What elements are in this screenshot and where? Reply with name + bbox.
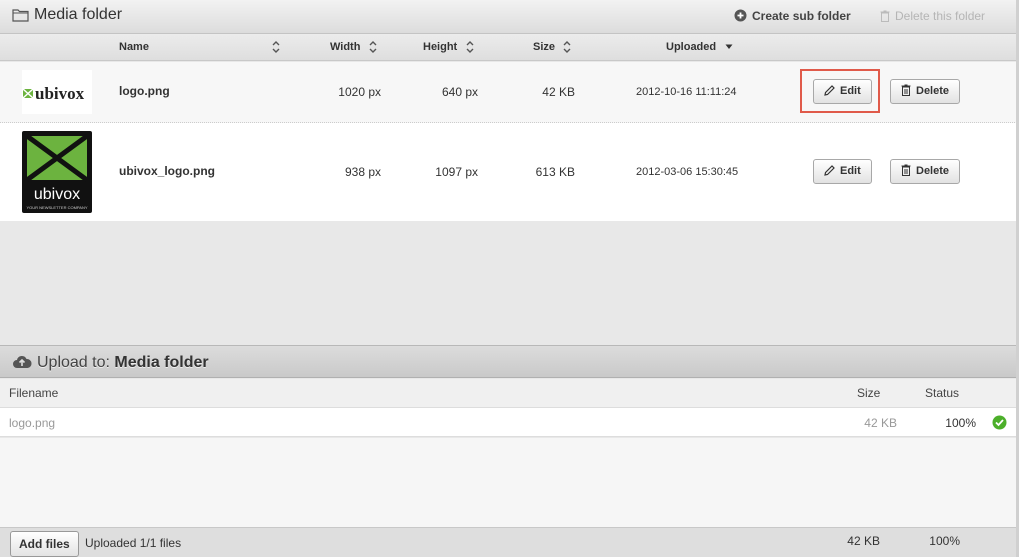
- upload-dropzone[interactable]: [0, 438, 1019, 527]
- add-files-button[interactable]: Add files: [10, 531, 79, 557]
- sort-icon[interactable]: [466, 40, 474, 54]
- file-height: 640 px: [441, 85, 478, 99]
- delete-label: Delete: [916, 165, 950, 177]
- column-height[interactable]: Height: [423, 41, 457, 53]
- ubivox-logo-image: ubivox YOUR NEWSLETTER COMPANY: [25, 133, 89, 210]
- thumb-subtext: YOUR NEWSLETTER COMPANY: [26, 205, 87, 210]
- file-width: 1020 px: [338, 85, 381, 99]
- upload-status: 100%: [945, 416, 976, 430]
- delete-folder-link[interactable]: Delete this folder: [880, 9, 985, 23]
- edit-label: Edit: [840, 165, 861, 177]
- file-uploaded: 2012-03-06 15:30:45: [636, 166, 739, 178]
- upload-column-status: Status: [925, 386, 960, 400]
- upload-target: Media folder: [114, 354, 209, 371]
- thumb-text: ubivox: [35, 84, 85, 103]
- folder-icon: [12, 9, 29, 22]
- upload-total-size: 42 KB: [847, 534, 880, 548]
- upload-label: Upload to:: [37, 354, 110, 371]
- upload-footer: Add files Uploaded 1/1 files 42 KB 100%: [0, 527, 1019, 557]
- sort-icon[interactable]: [369, 40, 377, 54]
- delete-label: Delete: [916, 85, 950, 97]
- thumb-text: ubivox: [34, 186, 80, 203]
- upload-summary: Uploaded 1/1 files: [85, 536, 182, 550]
- column-size[interactable]: Size: [533, 41, 555, 53]
- trash-icon: [880, 10, 890, 22]
- file-size: 42 KB: [542, 85, 575, 99]
- column-width[interactable]: Width: [330, 41, 360, 53]
- sort-icon[interactable]: [563, 40, 571, 54]
- file-uploaded: 2012-10-16 11:11:24: [636, 86, 737, 98]
- edit-button[interactable]: Edit: [813, 159, 872, 184]
- pencil-icon: [824, 165, 835, 176]
- upload-table-header: Filename Size Status: [0, 379, 1019, 408]
- file-width: 938 px: [344, 165, 381, 179]
- file-name[interactable]: ubivox_logo.png: [119, 164, 215, 178]
- upload-filename: logo.png: [9, 416, 56, 430]
- upload-size: 42 KB: [864, 416, 897, 430]
- plus-circle-icon: [734, 9, 747, 22]
- upload-column-size: Size: [857, 386, 881, 400]
- file-height: 1097 px: [435, 165, 478, 179]
- edit-button-highlight: [800, 69, 880, 113]
- file-thumbnail: ubivox: [22, 70, 92, 114]
- sort-down-icon[interactable]: [725, 44, 733, 50]
- trash-icon: [901, 84, 911, 96]
- create-sub-folder-link[interactable]: Create sub folder: [734, 9, 851, 23]
- table-row: ubivox YOUR NEWSLETTER COMPANY ubivox_lo…: [0, 123, 1019, 221]
- column-name[interactable]: Name: [119, 41, 149, 53]
- delete-folder-label: Delete this folder: [895, 9, 986, 23]
- check-circle-icon: [992, 415, 1007, 430]
- column-uploaded[interactable]: Uploaded: [666, 41, 716, 53]
- upload-header: Upload to: Media folder: [0, 345, 1019, 378]
- file-table-header: Name Width Height Size Uploaded: [0, 34, 1019, 61]
- trash-icon: [901, 164, 911, 176]
- upload-total-status: 100%: [929, 534, 960, 548]
- upload-column-filename: Filename: [9, 386, 59, 400]
- ubivox-logo-image: ubivox: [22, 84, 85, 103]
- delete-button[interactable]: Delete: [890, 159, 961, 184]
- upload-row: logo.png 42 KB 100%: [0, 408, 1019, 437]
- page-title: Media folder: [34, 6, 123, 23]
- file-thumbnail: ubivox YOUR NEWSLETTER COMPANY: [22, 131, 92, 213]
- delete-button[interactable]: Delete: [890, 79, 961, 104]
- upload-title: Upload to: Media folder: [37, 354, 209, 372]
- file-size: 613 KB: [535, 165, 575, 179]
- create-sub-folder-label: Create sub folder: [752, 9, 851, 23]
- sort-icon[interactable]: [272, 40, 280, 54]
- file-name[interactable]: logo.png: [119, 84, 170, 98]
- media-folder-header: Media folder Create sub folder Delete th…: [0, 0, 1019, 34]
- cloud-upload-icon: [13, 355, 32, 368]
